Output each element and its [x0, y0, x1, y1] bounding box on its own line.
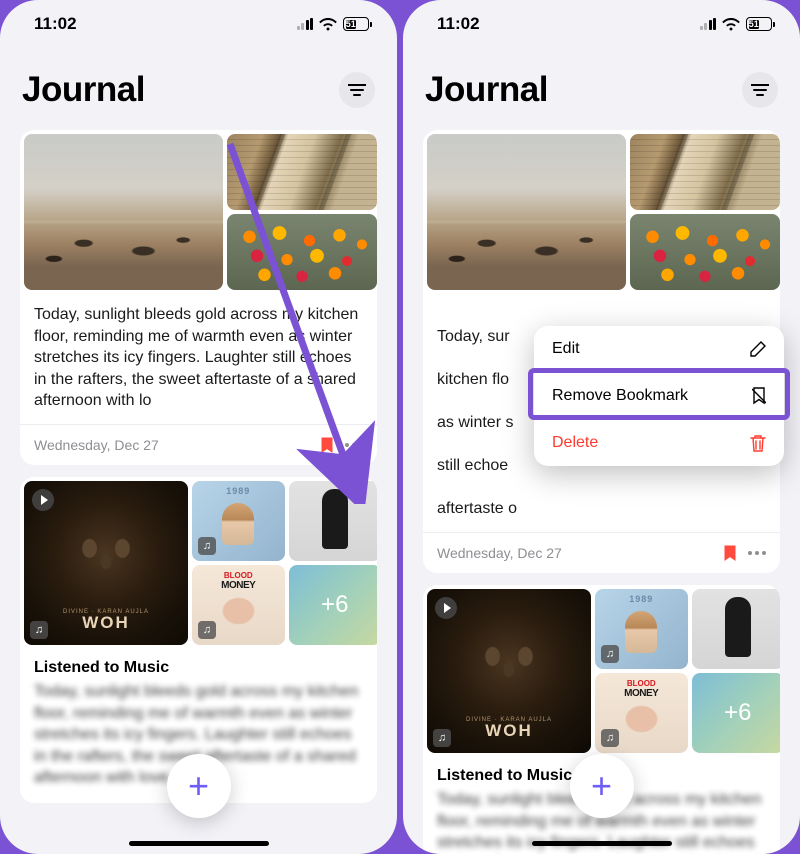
cellular-signal-icon [297, 18, 314, 30]
entry-footer: Wednesday, Dec 27 [423, 532, 780, 573]
play-icon[interactable] [32, 489, 54, 511]
pencil-icon [750, 341, 766, 357]
entry-body-text: Today, sunlight bleeds gold across my ki… [20, 290, 377, 424]
filter-button[interactable] [339, 72, 375, 108]
status-bar: 11:02 51 [0, 0, 397, 42]
page-title: Journal [425, 70, 548, 110]
add-entry-button[interactable]: + [167, 754, 231, 818]
status-time: 11:02 [34, 14, 77, 34]
status-icons: 51 [297, 17, 370, 31]
album-divine[interactable] [692, 589, 781, 669]
bookmark-slash-icon [752, 387, 766, 405]
play-icon[interactable] [435, 597, 457, 619]
menu-label-edit: Edit [552, 340, 580, 358]
photo-flowers[interactable] [630, 214, 780, 290]
menu-item-edit[interactable]: Edit [534, 326, 784, 373]
wifi-icon [319, 18, 337, 31]
album-woh-title: WOH [24, 613, 188, 633]
add-entry-button[interactable]: + [570, 754, 634, 818]
album-blood-money[interactable]: BLOOD MONEY ♫ [192, 565, 284, 645]
album-woh[interactable]: DIVINE · KARAN AUJLA WOH ♫ [24, 481, 188, 645]
battery-icon: 51 [746, 17, 772, 31]
status-time: 11:02 [437, 14, 480, 34]
context-menu: Edit Remove Bookmark Delete [534, 326, 784, 466]
album-1989[interactable]: 1989 ♫ [192, 481, 284, 561]
album-woh-title: WOH [427, 721, 591, 741]
phone-screen-right: 11:02 51 Journal Today, sur kitchen flo [403, 0, 800, 854]
entry-footer: Wednesday, Dec 27 [20, 424, 377, 465]
photo-stairs[interactable] [630, 134, 780, 210]
menu-label-remove-bookmark: Remove Bookmark [552, 387, 688, 405]
menu-item-delete[interactable]: Delete [534, 420, 784, 466]
wifi-icon [722, 18, 740, 31]
album-1989[interactable]: 1989 ♫ [595, 589, 687, 669]
menu-item-remove-bookmark[interactable]: Remove Bookmark [534, 373, 784, 420]
music-note-icon: ♫ [601, 729, 619, 747]
home-indicator[interactable] [532, 841, 672, 846]
photo-beach[interactable] [427, 134, 626, 290]
photo-grid [423, 130, 780, 290]
album-more-count[interactable]: +6 [289, 565, 378, 645]
entry-date: Wednesday, Dec 27 [34, 437, 159, 453]
music-entry-title: Listened to Music [20, 645, 377, 681]
photo-grid [20, 130, 377, 290]
album-grid: DIVINE · KARAN AUJLA WOH ♫ 1989 ♫ BLOOD … [423, 585, 780, 753]
photo-beach[interactable] [24, 134, 223, 290]
battery-level: 51 [346, 20, 357, 29]
music-note-icon: ♫ [198, 537, 216, 555]
home-indicator[interactable] [129, 841, 269, 846]
battery-icon: 51 [343, 17, 369, 31]
header: Journal [403, 42, 800, 124]
album-divine[interactable] [289, 481, 378, 561]
page-title: Journal [22, 70, 145, 110]
music-note-icon: ♫ [30, 621, 48, 639]
music-note-icon: ♫ [433, 729, 451, 747]
battery-level: 51 [749, 20, 760, 29]
album-more-count[interactable]: +6 [692, 673, 781, 753]
album-grid: DIVINE · KARAN AUJLA WOH ♫ 1989 ♫ BLOOD … [20, 477, 377, 645]
trash-icon [750, 434, 766, 452]
menu-label-delete: Delete [552, 434, 598, 452]
journal-entry-card[interactable]: Today, sunlight bleeds gold across my ki… [20, 130, 377, 465]
entry-date: Wednesday, Dec 27 [437, 545, 562, 561]
photo-stairs[interactable] [227, 134, 377, 210]
status-bar: 11:02 51 [403, 0, 800, 42]
more-options-button[interactable] [748, 551, 766, 555]
filter-lines-icon [751, 84, 769, 96]
status-icons: 51 [700, 17, 773, 31]
photo-flowers[interactable] [227, 214, 377, 290]
filter-lines-icon [348, 84, 366, 96]
music-note-icon: ♫ [601, 645, 619, 663]
music-note-icon: ♫ [198, 621, 216, 639]
bookmark-icon[interactable] [724, 545, 736, 561]
bookmark-icon[interactable] [321, 437, 333, 453]
more-options-button[interactable] [345, 443, 363, 447]
header: Journal [0, 42, 397, 124]
cellular-signal-icon [700, 18, 717, 30]
filter-button[interactable] [742, 72, 778, 108]
phone-screen-left: 11:02 51 Journal Today, sunlight bleeds … [0, 0, 397, 854]
album-woh[interactable]: DIVINE · KARAN AUJLA WOH ♫ [427, 589, 591, 753]
album-blood-money[interactable]: BLOOD MONEY ♫ [595, 673, 687, 753]
